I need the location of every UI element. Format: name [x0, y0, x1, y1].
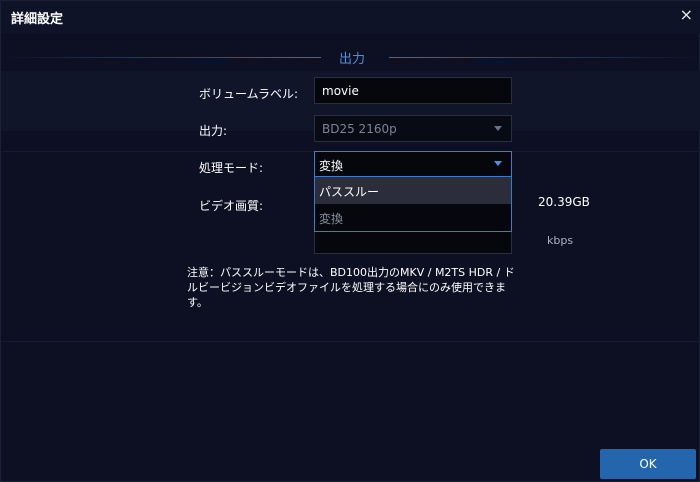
bitrate-input[interactable] [314, 232, 512, 254]
background-ghost-divider [1, 341, 700, 342]
close-icon[interactable]: × [680, 5, 693, 24]
section-title: 出力 [339, 52, 366, 67]
dialog-title: 詳細設定 [11, 12, 64, 27]
volume-label-input[interactable]: movie [314, 77, 512, 104]
output-label: 出力: [199, 124, 228, 138]
title-bar: 詳細設定 × [1, 1, 700, 33]
volume-label-label: ボリュームラベル: [199, 87, 299, 101]
dropdown-option-passthrough[interactable]: パススルー [315, 177, 511, 204]
output-select[interactable]: BD25 2160p [314, 115, 512, 142]
note-text: 注意：パススルーモードは、BD100出力のMKV / M2TS HDR / ドル… [187, 266, 515, 309]
ok-button[interactable]: OK [600, 449, 696, 479]
section-divider-right [389, 57, 700, 58]
chevron-down-icon [494, 161, 502, 166]
settings-dialog: 詳細設定 × 出力 ボリュームラベル: movie 出力: BD25 2160p… [0, 0, 700, 482]
section-header: 出力 [1, 45, 700, 69]
processing-mode-dropdown: パススルー 変換 [314, 177, 512, 232]
output-size-value: 20.39GB [538, 195, 590, 209]
volume-label-value: movie [322, 84, 359, 98]
bitrate-unit: kbps [547, 234, 574, 247]
processing-mode-label: 処理モード: [199, 161, 264, 175]
chevron-down-icon [494, 126, 502, 131]
video-quality-label: ビデオ画質: [199, 199, 264, 213]
processing-mode-value: 変換 [319, 159, 344, 173]
dropdown-option-convert[interactable]: 変換 [315, 204, 511, 231]
output-select-value: BD25 2160p [322, 122, 397, 136]
processing-mode-select[interactable]: 変換 [314, 151, 512, 177]
section-divider-left [1, 57, 321, 58]
